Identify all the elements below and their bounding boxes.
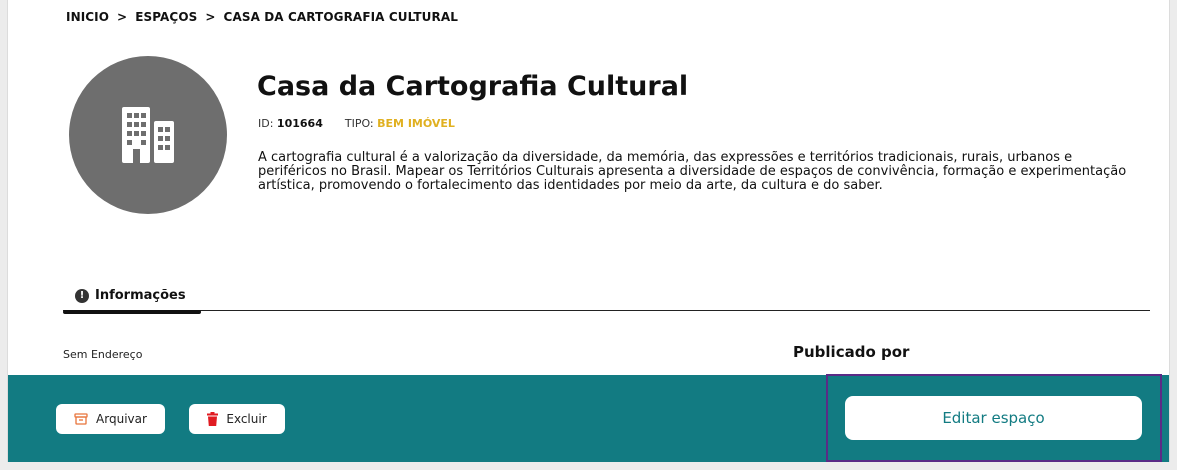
delete-button-label: Excluir [226, 412, 267, 426]
tab-bar: ! Informações [63, 280, 1150, 314]
page-frame: INICIO > ESPAÇOS > CASA DA CARTOGRAFIA C… [7, 0, 1170, 462]
breadcrumb-separator: > [117, 10, 128, 24]
space-id-label: ID: [258, 117, 274, 130]
building-icon [122, 107, 174, 163]
breadcrumb-home-link[interactable]: INICIO [66, 10, 109, 24]
archive-icon [74, 413, 88, 425]
delete-button[interactable]: Excluir [189, 404, 285, 434]
edit-space-button-label: Editar espaço [942, 409, 1045, 427]
info-icon: ! [75, 288, 89, 303]
action-bar: Arquivar Excluir Editar espaço [8, 375, 1169, 462]
space-type: TIPO: BEM IMÓVEL [345, 117, 455, 130]
space-title: Casa da Cartografia Cultural [257, 71, 689, 102]
space-meta: ID: 101664 TIPO: BEM IMÓVEL [258, 117, 455, 130]
address-text: Sem Endereço [63, 348, 143, 361]
published-by-heading: Publicado por [793, 343, 910, 361]
tab-informacoes[interactable]: ! Informações [63, 280, 201, 314]
space-type-value: BEM IMÓVEL [377, 117, 455, 130]
space-type-label: TIPO: [344, 117, 374, 130]
space-id-value: 101664 [276, 117, 323, 130]
space-id: ID: 101664 [258, 117, 323, 130]
breadcrumb-spaces-link[interactable]: ESPAÇOS [135, 10, 197, 24]
archive-button-label: Arquivar [96, 412, 147, 426]
tab-label: Informações [95, 288, 186, 303]
breadcrumb: INICIO > ESPAÇOS > CASA DA CARTOGRAFIA C… [66, 10, 458, 24]
trash-icon [207, 412, 219, 426]
breadcrumb-separator: > [205, 10, 216, 24]
space-description: A cartografia cultural é a valorização d… [258, 150, 1127, 193]
archive-button[interactable]: Arquivar [56, 404, 165, 434]
space-avatar [69, 56, 227, 214]
breadcrumb-current: CASA DA CARTOGRAFIA CULTURAL [223, 10, 458, 24]
edit-space-button[interactable]: Editar espaço [845, 396, 1142, 440]
tab-active-indicator [63, 310, 201, 314]
